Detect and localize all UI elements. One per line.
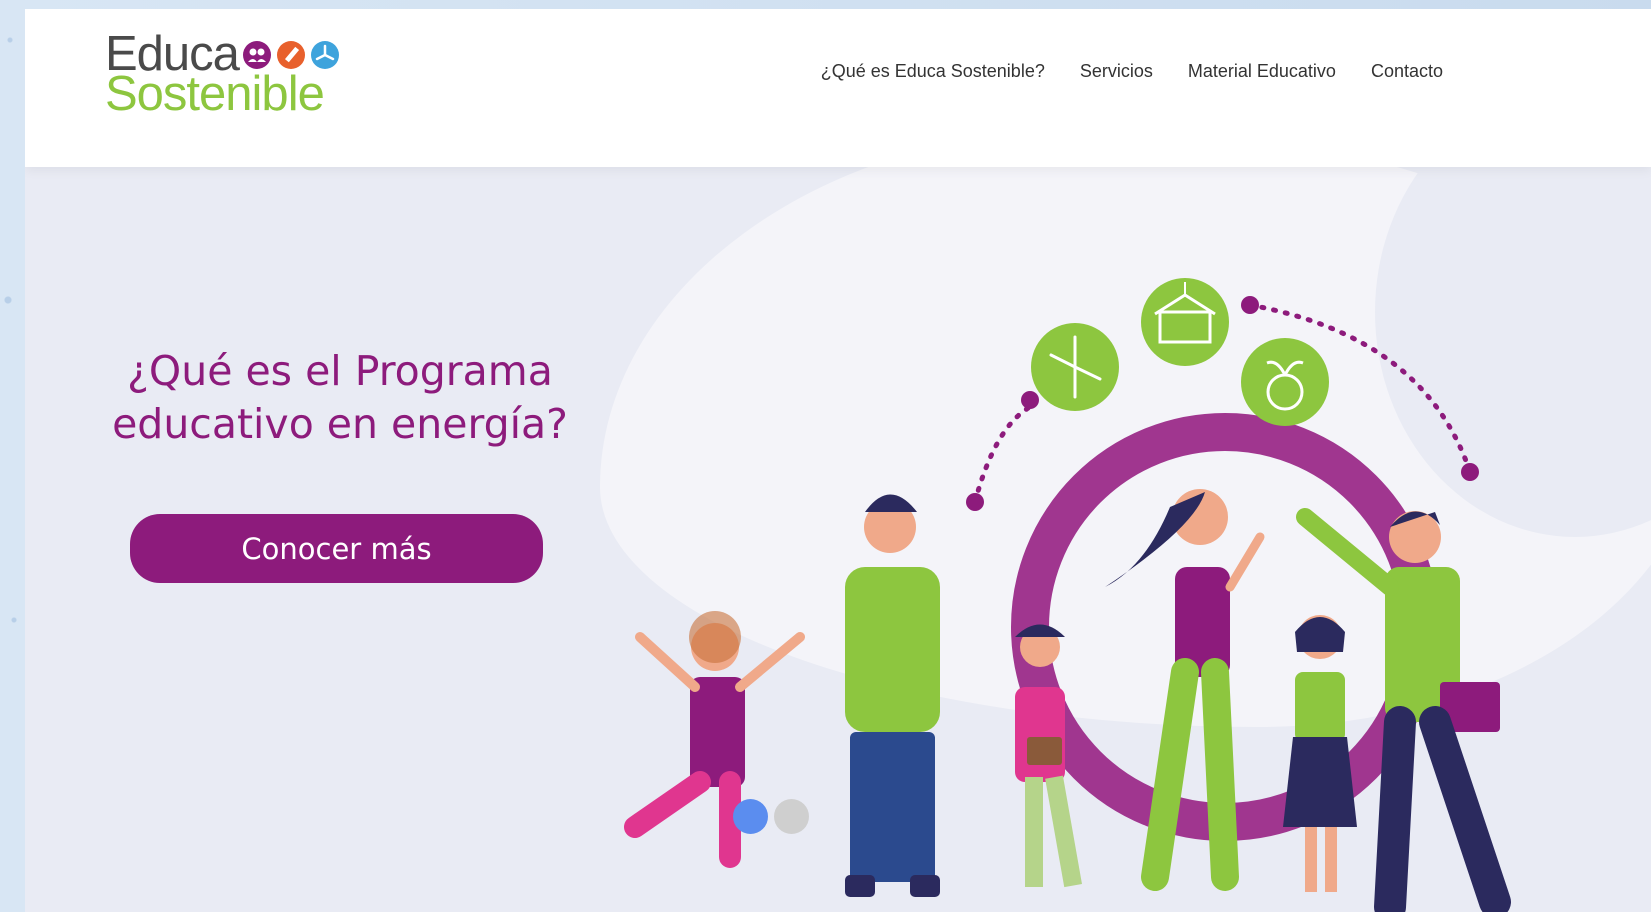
site-header: Educa Sostenible ¿Qué es Educa Sostenibl…	[25, 9, 1651, 167]
small-girl-figure	[1283, 615, 1357, 892]
school-icon	[1141, 278, 1229, 366]
nav-item-contacto[interactable]: Contacto	[1371, 61, 1443, 82]
hero-title-line1: ¿Qué es el Programa	[127, 347, 553, 395]
people-icon	[243, 41, 271, 69]
hero-title-line2: educativo en energía?	[112, 400, 568, 448]
carousel-dot-1[interactable]	[733, 799, 768, 834]
website-frame: Educa Sostenible ¿Qué es Educa Sostenibl…	[25, 9, 1651, 912]
wind-turbine-icon	[311, 41, 339, 69]
nav-item-servicios[interactable]: Servicios	[1080, 61, 1153, 82]
conocer-mas-button[interactable]: Conocer más	[130, 514, 543, 583]
wind-turbine-icon	[1031, 323, 1119, 411]
nav-item-que-es[interactable]: ¿Qué es Educa Sostenible?	[821, 61, 1045, 82]
carousel-dot-2[interactable]	[774, 799, 809, 834]
hero-title: ¿Qué es el Programa educativo en energía…	[85, 345, 595, 451]
brand-logo[interactable]: Educa Sostenible	[105, 29, 365, 129]
hero-illustration	[624, 278, 1511, 912]
carousel-dots	[733, 799, 809, 834]
hero-slider: ¿Qué es el Programa educativo en energía…	[25, 87, 1651, 912]
nav-item-material-educativo[interactable]: Material Educativo	[1188, 61, 1336, 82]
main-navigation: ¿Qué es Educa Sostenible? Servicios Mate…	[821, 61, 1443, 82]
dotted-arc-left	[972, 404, 1033, 505]
teen-figure-hoodie	[845, 494, 940, 897]
pencil-icon	[277, 41, 305, 69]
earth-sprout-icon	[1241, 338, 1329, 426]
logo-text-sostenible: Sostenible	[105, 67, 325, 121]
